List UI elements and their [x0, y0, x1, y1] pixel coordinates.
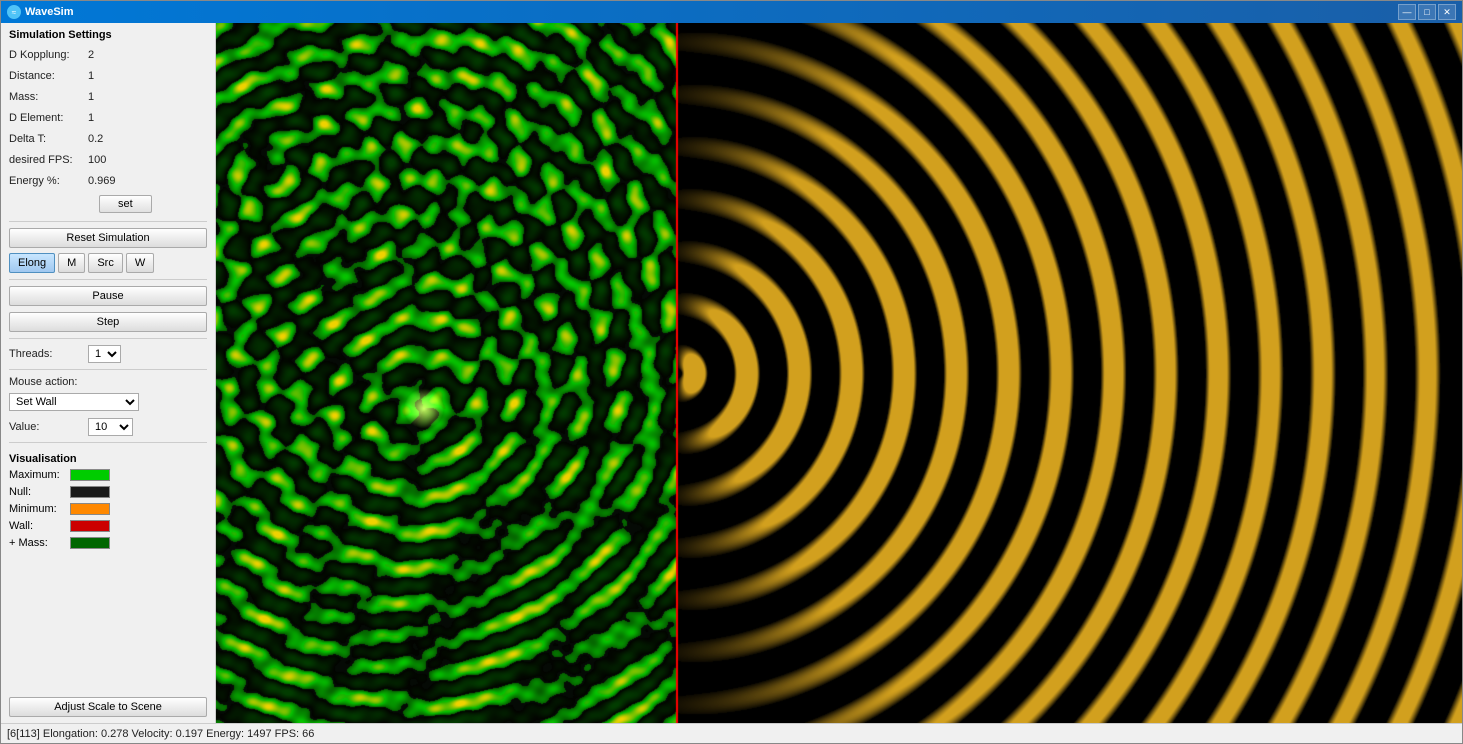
threads-label: Threads:	[9, 348, 84, 360]
close-button[interactable]: ✕	[1438, 4, 1456, 20]
vis-mass-row: + Mass:	[9, 535, 207, 551]
label-d-element: D Element:	[9, 112, 84, 124]
maximize-button[interactable]: □	[1418, 4, 1436, 20]
field-d-element: D Element: 1	[9, 109, 207, 127]
value-mass: 1	[88, 91, 94, 103]
adjust-scale-button[interactable]: Adjust Scale to Scene	[9, 697, 207, 717]
vis-minimum-label: Minimum:	[9, 503, 64, 515]
vis-wall-color	[70, 520, 110, 532]
spacer	[9, 555, 207, 694]
field-d-kopplung: D Kopplung: 2	[9, 46, 207, 64]
reset-simulation-button[interactable]: Reset Simulation	[9, 228, 207, 248]
step-button[interactable]: Step	[9, 312, 207, 332]
mouse-action-select-row: Set Wall Add Mass Set Source	[9, 393, 207, 411]
vis-wall-row: Wall:	[9, 518, 207, 534]
vis-maximum-color	[70, 469, 110, 481]
simulation-canvas[interactable]	[216, 23, 1462, 723]
title-bar: ≈ WaveSim — □ ✕	[1, 1, 1462, 23]
visualisation-section: Visualisation Maximum: Null: Minimum: Wa…	[9, 453, 207, 552]
mode-elong-button[interactable]: Elong	[9, 253, 55, 273]
vis-null-row: Null:	[9, 484, 207, 500]
wave-canvas	[216, 23, 1462, 723]
main-window: ≈ WaveSim — □ ✕ Simulation Settings D Ko…	[0, 0, 1463, 744]
vis-minimum-color	[70, 503, 110, 515]
field-energy: Energy %: 0.969	[9, 172, 207, 190]
label-energy: Energy %:	[9, 175, 84, 187]
status-text: [6[113] Elongation: 0.278 Velocity: 0.19…	[7, 728, 314, 740]
divider-4	[9, 369, 207, 370]
field-mass: Mass: 1	[9, 88, 207, 106]
vis-null-label: Null:	[9, 486, 64, 498]
vis-mass-color	[70, 537, 110, 549]
mode-m-button[interactable]: M	[58, 253, 85, 273]
pause-button[interactable]: Pause	[9, 286, 207, 306]
value-label: Value:	[9, 421, 84, 433]
sidebar: Simulation Settings D Kopplung: 2 Distan…	[1, 23, 216, 723]
divider-2	[9, 279, 207, 280]
vis-null-color	[70, 486, 110, 498]
field-desired-fps: desired FPS: 100	[9, 151, 207, 169]
vis-minimum-row: Minimum:	[9, 501, 207, 517]
mode-src-button[interactable]: Src	[88, 253, 123, 273]
value-delta-t: 0.2	[88, 133, 103, 145]
app-icon: ≈	[7, 5, 21, 19]
field-distance: Distance: 1	[9, 67, 207, 85]
window-title: WaveSim	[25, 6, 74, 18]
status-bar: [6[113] Elongation: 0.278 Velocity: 0.19…	[1, 723, 1462, 743]
main-content: Simulation Settings D Kopplung: 2 Distan…	[1, 23, 1462, 723]
mouse-action-row: Mouse action:	[9, 376, 207, 388]
mode-buttons-row: Elong M Src W	[9, 253, 207, 273]
value-distance: 1	[88, 70, 94, 82]
set-button[interactable]: set	[99, 195, 152, 213]
mouse-action-label: Mouse action:	[9, 376, 84, 388]
vis-mass-label: + Mass:	[9, 537, 64, 549]
mode-w-button[interactable]: W	[126, 253, 154, 273]
value-d-element: 1	[88, 112, 94, 124]
value-d-kopplung: 2	[88, 49, 94, 61]
vis-maximum-label: Maximum:	[9, 469, 64, 481]
title-bar-left: ≈ WaveSim	[7, 5, 74, 19]
visualisation-label: Visualisation	[9, 453, 207, 465]
value-desired-fps: 100	[88, 154, 106, 166]
label-desired-fps: desired FPS:	[9, 154, 84, 166]
field-delta-t: Delta T: 0.2	[9, 130, 207, 148]
label-mass: Mass:	[9, 91, 84, 103]
divider-3	[9, 338, 207, 339]
threads-select[interactable]: 1 2 4 8	[88, 345, 121, 363]
vis-wall-label: Wall:	[9, 520, 64, 532]
label-distance: Distance:	[9, 70, 84, 82]
minimize-button[interactable]: —	[1398, 4, 1416, 20]
divider-1	[9, 221, 207, 222]
vis-maximum-row: Maximum:	[9, 467, 207, 483]
threads-row: Threads: 1 2 4 8	[9, 345, 207, 363]
label-d-kopplung: D Kopplung:	[9, 49, 84, 61]
value-row: Value: 1 2 5 10 20 50 100	[9, 418, 207, 436]
mouse-action-select[interactable]: Set Wall Add Mass Set Source	[9, 393, 139, 411]
value-energy: 0.969	[88, 175, 116, 187]
divider-5	[9, 442, 207, 443]
label-delta-t: Delta T:	[9, 133, 84, 145]
simulation-settings-label: Simulation Settings	[9, 29, 207, 41]
title-bar-controls: — □ ✕	[1398, 4, 1456, 20]
value-select[interactable]: 1 2 5 10 20 50 100	[88, 418, 133, 436]
